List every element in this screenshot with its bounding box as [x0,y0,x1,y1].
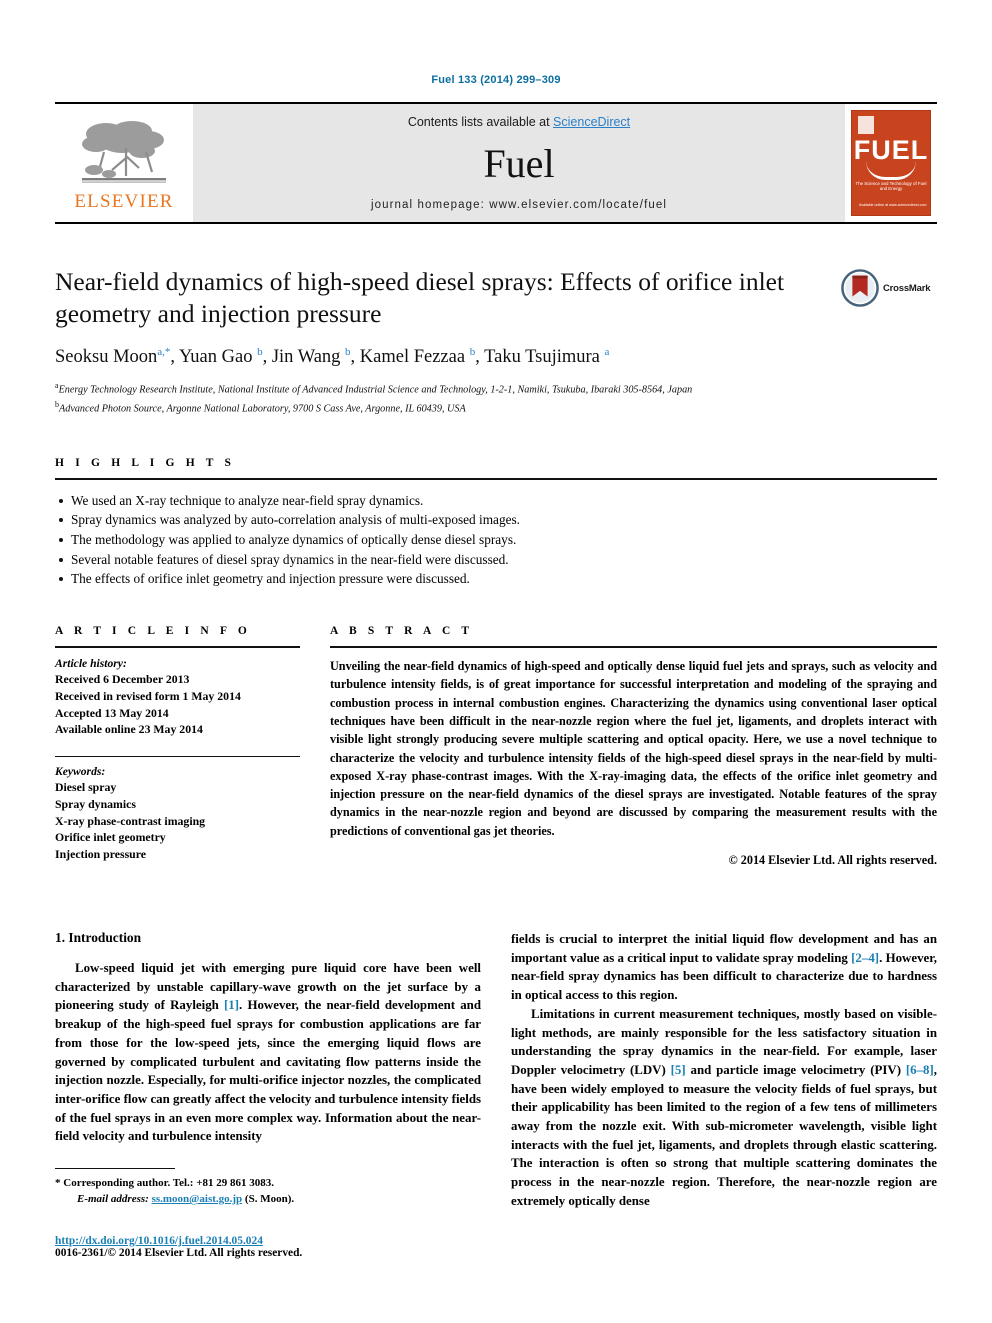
doi-block: http://dx.doi.org/10.1016/j.fuel.2014.05… [55,1235,481,1259]
cover-subtitle: The Science and Technology of Fuel and E… [855,181,927,191]
title-block: Near-field dynamics of high-speed diesel… [55,266,937,417]
email-link[interactable]: ss.moon@aist.go.jp [152,1193,243,1205]
journal-band: Contents lists available at ScienceDirec… [193,104,845,222]
journal-cover-container: FUEL The Science and Technology of Fuel … [845,104,937,222]
email-note: E-mail address: ss.moon@aist.go.jp (S. M… [55,1192,481,1208]
affiliation-b-text: Advanced Photon Source, Argonne National… [59,402,466,414]
highlights-section: H I G H L I G H T S We used an X-ray tec… [55,457,937,589]
keyword-item: Injection pressure [55,847,146,862]
contents-line: Contents lists available at ScienceDirec… [408,115,630,129]
elsevier-logo: ELSEVIER [55,104,193,222]
affiliation-a-text: Energy Technology Research Institute, Na… [58,384,693,396]
article-history-item: Received 6 December 2013 [55,672,190,687]
highlights-list: We used an X-ray technique to analyze ne… [55,491,937,589]
contents-prefix: Contents lists available at [407,115,554,129]
footnote-divider [55,1168,175,1170]
body-paragraph: fields is crucial to interpret the initi… [511,930,937,1005]
article-info-divider [55,646,300,649]
article-title: Near-field dynamics of high-speed diesel… [55,267,785,328]
affiliation-a: aEnergy Technology Research Institute, N… [55,380,937,398]
body-left-column: 1. Introduction Low-speed liquid jet wit… [55,930,481,1259]
doi-link[interactable]: http://dx.doi.org/10.1016/j.fuel.2014.05… [55,1235,481,1247]
keywords-block: Keywords: Diesel spray Spray dynamics X-… [55,756,300,863]
sciencedirect-link[interactable]: ScienceDirect [553,115,630,129]
cover-elsevier-mark-icon [858,116,874,134]
abstract-text: Unveiling the near-field dynamics of hig… [330,659,937,838]
article-info-column: A R T I C L E I N F O Article history: R… [55,625,300,868]
crossmark-badge[interactable]: CrossMark [841,268,937,308]
journal-masthead: ELSEVIER Contents lists available at Sci… [55,102,937,224]
list-item: The methodology was applied to analyze d… [55,530,937,550]
citation-ref[interactable]: [1] [224,998,239,1012]
article-history-label: Article history: [55,657,127,671]
journal-homepage-line[interactable]: journal homepage: www.elsevier.com/locat… [371,199,667,211]
affiliation-b: bAdvanced Photon Source, Argonne Nationa… [55,399,937,417]
footnote-area: * Corresponding author. Tel.: +81 29 861… [55,1168,481,1259]
citation-ref[interactable]: [6–8] [906,1063,934,1077]
cover-footer: Available online at www.sciencedirect.co… [859,203,927,207]
crossmark-icon [841,269,879,307]
keywords-divider [55,756,300,758]
article-history-item: Accepted 13 May 2014 [55,705,169,720]
section-heading-introduction: 1. Introduction [55,930,142,946]
keywords-label: Keywords: [55,765,106,779]
body-right-column: fields is crucial to interpret the initi… [511,930,937,1259]
cover-swoosh-icon [866,161,916,180]
email-label: E-mail address: [77,1193,149,1206]
article-info-heading: A R T I C L E I N F O [55,625,251,638]
abstract-copyright: © 2014 Elsevier Ltd. All rights reserved… [728,853,937,868]
email-suffix: (S. Moon). [244,1193,295,1206]
issn-copyright-line: 0016-2361/© 2014 Elsevier Ltd. All right… [55,1246,303,1259]
corresponding-author-mark: * [55,1177,61,1190]
journal-cover-image: FUEL The Science and Technology of Fuel … [851,110,931,216]
elsevier-tree-icon [82,120,166,183]
crossmark-label: CrossMark [883,282,931,294]
abstract-divider [330,646,937,649]
keyword-item: Orifice inlet geometry [55,830,166,845]
list-item: We used an X-ray technique to analyze ne… [55,491,937,511]
running-head: Fuel 133 (2014) 299–309 [431,74,561,86]
list-item: Several notable features of diesel spray… [55,550,937,570]
body-columns: 1. Introduction Low-speed liquid jet wit… [55,930,937,1259]
list-item: The effects of orifice inlet geometry an… [55,569,937,589]
body-paragraph: Limitations in current measurement techn… [511,1005,937,1211]
elsevier-wordmark: ELSEVIER [74,190,174,212]
abstract-column: A B S T R A C T Unveiling the near-field… [330,625,937,868]
article-history-item: Received in revised form 1 May 2014 [55,688,241,703]
citation-ref[interactable]: [5] [671,1063,686,1077]
corresponding-author-text: Corresponding author. Tel.: +81 29 861 3… [63,1177,274,1190]
affiliation-list: aEnergy Technology Research Institute, N… [55,380,937,416]
body-paragraph: Low-speed liquid jet with emerging pure … [55,959,481,1146]
keyword-item: Diesel spray [55,780,117,795]
paper-page: Fuel 133 (2014) 299–309 ELSEVIER Content… [0,0,992,1323]
highlights-heading: H I G H L I G H T S [55,456,236,469]
author-list: Seoksu Moona,*, Yuan Gao b, Jin Wang b, … [55,346,610,368]
corresponding-author-note: * Corresponding author. Tel.: +81 29 861… [55,1176,481,1192]
abstract-heading: A B S T R A C T [330,625,474,638]
paragraph-text: and particle image velocimetry (PIV) [685,1062,906,1077]
paragraph-text: . However, the near-field development an… [55,998,482,1144]
info-abstract-section: A R T I C L E I N F O Article history: R… [55,625,937,868]
citation-ref[interactable]: [2–4] [851,951,879,965]
journal-title: Fuel [483,141,555,186]
keyword-item: X-ray phase-contrast imaging [55,813,206,828]
article-history-item: Available online 23 May 2014 [55,722,203,737]
keyword-item: Spray dynamics [55,796,136,811]
highlights-divider [55,477,937,480]
paragraph-text: , have been widely employed to measure t… [511,1062,937,1208]
list-item: Spray dynamics was analyzed by auto-corr… [55,510,937,530]
